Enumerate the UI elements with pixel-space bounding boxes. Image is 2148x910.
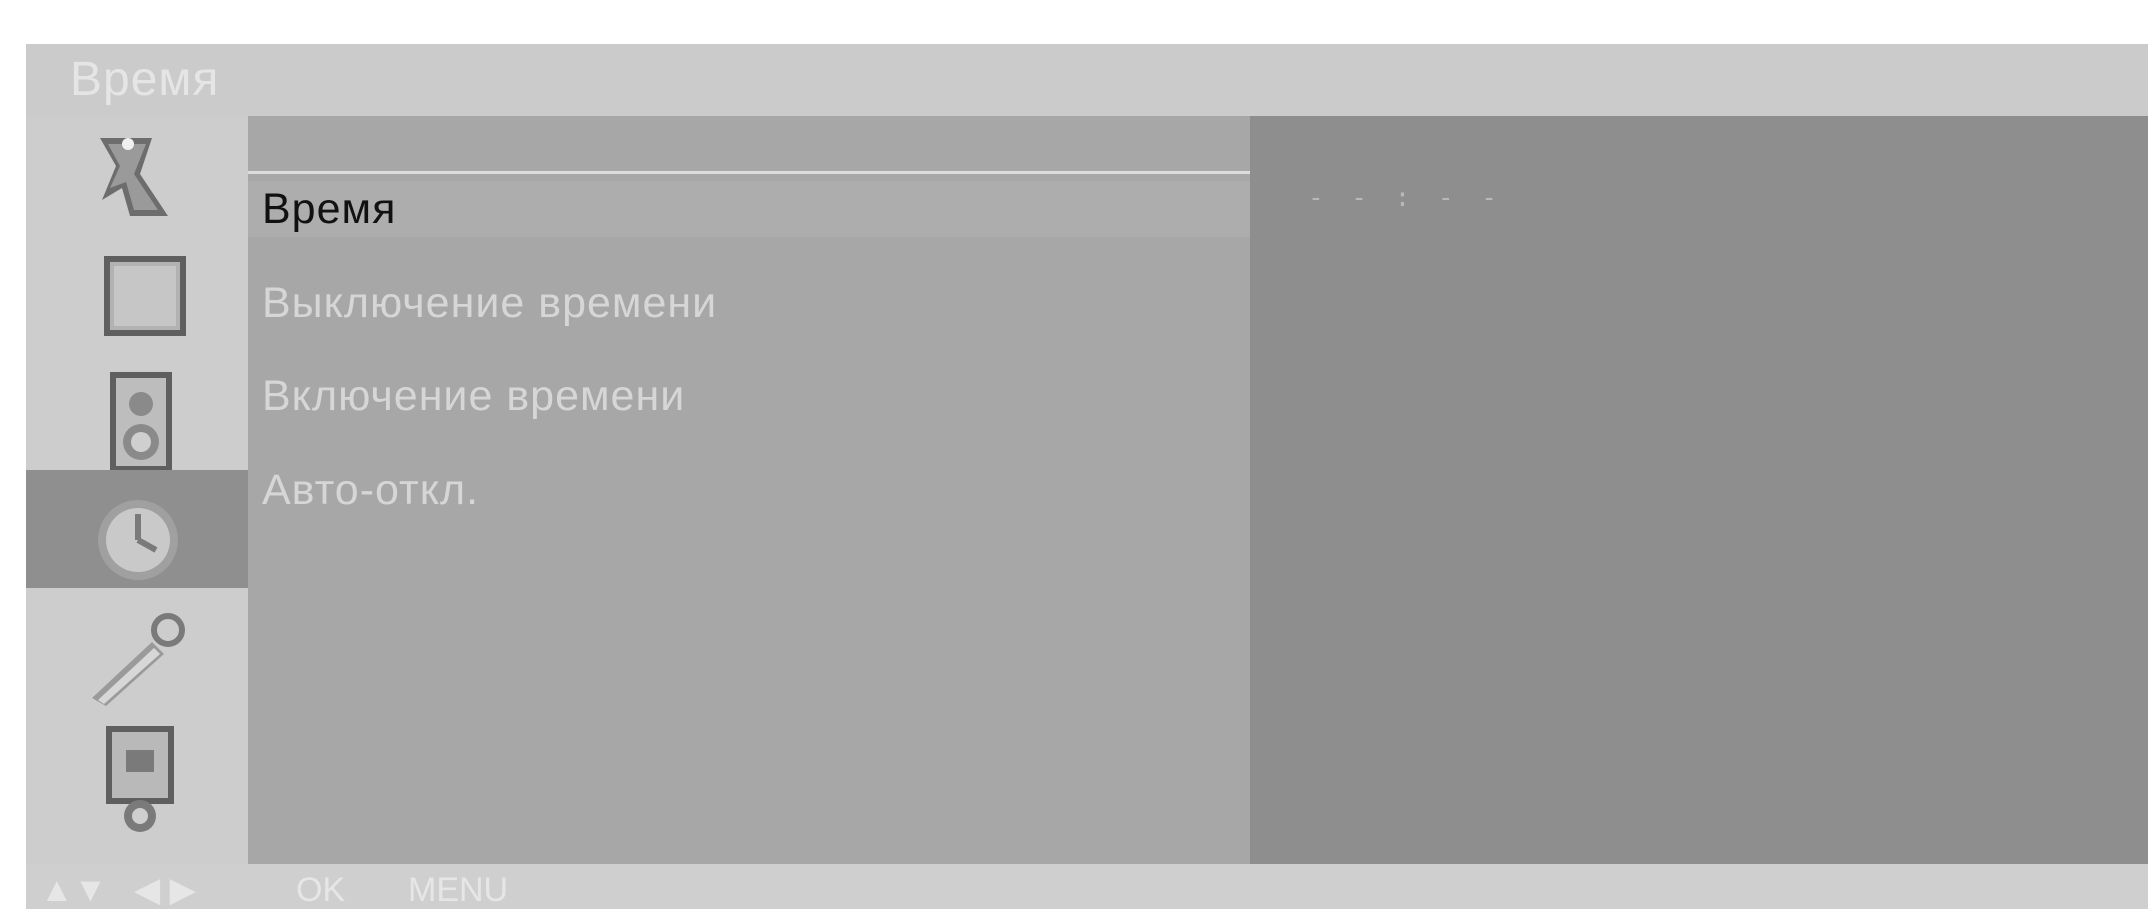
- sidebar-item-channels[interactable]: [26, 116, 248, 234]
- sidebar-item-time[interactable]: [26, 470, 248, 588]
- title-bar: Время: [26, 44, 2148, 116]
- osd-menu: Время Время Выключение времени Включение…: [26, 44, 2148, 909]
- divider: [248, 171, 1250, 174]
- page-title: Время: [70, 53, 220, 106]
- ok-hint: OK: [296, 871, 346, 909]
- leftright-arrows-hint: ◀ ▶: [134, 871, 196, 909]
- navigation-hint-bar: ▲▼ ◀ ▶ OK MENU: [26, 864, 2148, 909]
- menu-item-on-time[interactable]: Включение времени: [262, 368, 685, 424]
- satellite-dish-icon: [100, 138, 168, 216]
- clock-icon: [98, 500, 178, 580]
- sidebar-item-sound[interactable]: [26, 352, 248, 472]
- wrench-icon: [92, 613, 185, 706]
- updown-arrows-hint: ▲▼: [40, 871, 108, 909]
- category-sidebar: [26, 116, 248, 864]
- picture-icon: [104, 256, 186, 336]
- sidebar-item-picture[interactable]: [26, 234, 248, 352]
- sidebar-item-setup[interactable]: [26, 588, 248, 706]
- menu-item-time[interactable]: Время: [248, 181, 1250, 237]
- time-menu-list: Время Выключение времени Включение време…: [248, 116, 1250, 864]
- speaker-icon: [110, 372, 172, 472]
- menu-hint: MENU: [408, 871, 509, 909]
- menu-item-auto-off[interactable]: Авто-откл.: [262, 462, 479, 518]
- sidebar-item-input[interactable]: [26, 706, 248, 832]
- clock-time-value: - - : - -: [1308, 183, 1503, 213]
- menu-item-off-time[interactable]: Выключение времени: [262, 275, 717, 331]
- input-source-icon: [106, 726, 174, 832]
- value-panel: - - : - -: [1250, 116, 2148, 864]
